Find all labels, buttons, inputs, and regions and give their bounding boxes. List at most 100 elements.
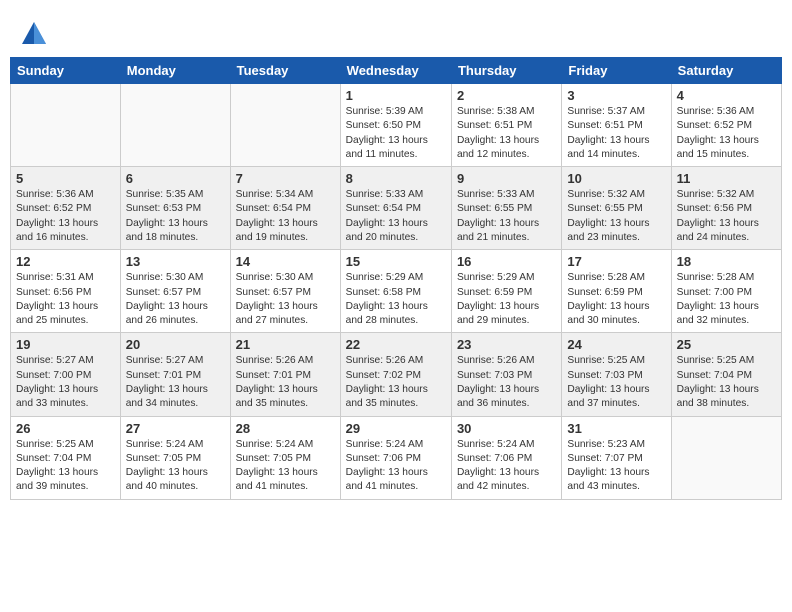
calendar-cell: 27 Sunrise: 5:24 AMSunset: 7:05 PMDayligh…: [120, 416, 230, 499]
day-info: Sunrise: 5:27 AMSunset: 7:00 PMDaylight:…: [16, 354, 115, 411]
day-number: 4: [677, 88, 776, 103]
day-info: Sunrise: 5:30 AMSunset: 6:57 PMDaylight:…: [236, 271, 335, 328]
day-number: 20: [126, 337, 225, 352]
calendar-cell: 8 Sunrise: 5:33 AMSunset: 6:54 PMDaylight…: [340, 167, 451, 250]
day-number: 16: [457, 254, 556, 269]
calendar-cell: 13Sunrise: 5:30 AMSunset: 6:57 PMDayligh…: [120, 250, 230, 333]
page: SundayMondayTuesdayWednesdayThursdayFrid…: [0, 0, 792, 510]
calendar-cell: 21 Sunrise: 5:26 AMSunset: 7:01 PMDayligh…: [230, 333, 340, 416]
day-number: 17: [567, 254, 665, 269]
day-number: 23: [457, 337, 556, 352]
day-number: 11: [677, 171, 776, 186]
day-info: Sunrise: 5:36 AMSunset: 6:52 PMDaylight:…: [16, 188, 115, 245]
day-info: Sunrise: 5:26 AMSunset: 7:01 PMDaylight:…: [236, 354, 335, 411]
calendar-header-row: SundayMondayTuesdayWednesdayThursdayFrid…: [11, 58, 782, 84]
calendar-cell: [11, 84, 121, 167]
day-number: 6: [126, 171, 225, 186]
day-info: Sunrise: 5:33 AMSunset: 6:54 PMDaylight:…: [346, 188, 446, 245]
calendar-cell: 31 Sunrise: 5:23 AMSunset: 7:07 PMDayligh…: [562, 416, 671, 499]
header: [10, 10, 782, 53]
calendar-cell: [230, 84, 340, 167]
day-number: 9: [457, 171, 556, 186]
calendar-cell: 15 Sunrise: 5:29 AMSunset: 6:58 PMDayligh…: [340, 250, 451, 333]
calendar-cell: 23 Sunrise: 5:26 AMSunset: 7:03 PMDayligh…: [451, 333, 561, 416]
calendar-cell: 19 Sunrise: 5:27 AMSunset: 7:00 PMDayligh…: [11, 333, 121, 416]
day-number: 14: [236, 254, 335, 269]
day-info: Sunrise: 5:34 AMSunset: 6:54 PMDaylight:…: [236, 188, 335, 245]
calendar-cell: 1Sunrise: 5:39 AMSunset: 6:50 PMDaylight…: [340, 84, 451, 167]
col-header-thursday: Thursday: [451, 58, 561, 84]
day-number: 28: [236, 421, 335, 436]
calendar-cell: 10 Sunrise: 5:32 AMSunset: 6:55 PMDayligh…: [562, 167, 671, 250]
day-number: 30: [457, 421, 556, 436]
calendar-cell: 14 Sunrise: 5:30 AMSunset: 6:57 PMDayligh…: [230, 250, 340, 333]
day-number: 10: [567, 171, 665, 186]
day-info: Sunrise: 5:24 AMSunset: 7:05 PMDaylight:…: [126, 438, 225, 495]
calendar-cell: 4 Sunrise: 5:36 AMSunset: 6:52 PMDaylight…: [671, 84, 781, 167]
day-info: Sunrise: 5:26 AMSunset: 7:02 PMDaylight:…: [346, 354, 446, 411]
calendar-cell: 3 Sunrise: 5:37 AMSunset: 6:51 PMDaylight…: [562, 84, 671, 167]
day-number: 21: [236, 337, 335, 352]
col-header-sunday: Sunday: [11, 58, 121, 84]
day-info: Sunrise: 5:28 AMSunset: 7:00 PMDaylight:…: [677, 271, 776, 328]
calendar-cell: 26 Sunrise: 5:25 AMSunset: 7:04 PMDayligh…: [11, 416, 121, 499]
day-info: Sunrise: 5:36 AMSunset: 6:52 PMDaylight:…: [677, 105, 776, 162]
calendar-cell: 11Sunrise: 5:32 AMSunset: 6:56 PMDayligh…: [671, 167, 781, 250]
calendar-cell: 24 Sunrise: 5:25 AMSunset: 7:03 PMDayligh…: [562, 333, 671, 416]
calendar-cell: 20 Sunrise: 5:27 AMSunset: 7:01 PMDayligh…: [120, 333, 230, 416]
day-info: Sunrise: 5:23 AMSunset: 7:07 PMDaylight:…: [567, 438, 665, 495]
day-number: 26: [16, 421, 115, 436]
day-info: Sunrise: 5:37 AMSunset: 6:51 PMDaylight:…: [567, 105, 665, 162]
day-number: 29: [346, 421, 446, 436]
calendar-cell: 22Sunrise: 5:26 AMSunset: 7:02 PMDayligh…: [340, 333, 451, 416]
day-info: Sunrise: 5:31 AMSunset: 6:56 PMDaylight:…: [16, 271, 115, 328]
calendar-row-2: 12 Sunrise: 5:31 AMSunset: 6:56 PMDayligh…: [11, 250, 782, 333]
day-info: Sunrise: 5:32 AMSunset: 6:55 PMDaylight:…: [567, 188, 665, 245]
day-number: 3: [567, 88, 665, 103]
col-header-friday: Friday: [562, 58, 671, 84]
day-number: 8: [346, 171, 446, 186]
day-info: Sunrise: 5:25 AMSunset: 7:04 PMDaylight:…: [677, 354, 776, 411]
calendar-cell: 9 Sunrise: 5:33 AMSunset: 6:55 PMDaylight…: [451, 167, 561, 250]
day-info: Sunrise: 5:38 AMSunset: 6:51 PMDaylight:…: [457, 105, 556, 162]
calendar-cell: 30 Sunrise: 5:24 AMSunset: 7:06 PMDayligh…: [451, 416, 561, 499]
day-info: Sunrise: 5:27 AMSunset: 7:01 PMDaylight:…: [126, 354, 225, 411]
day-info: Sunrise: 5:25 AMSunset: 7:03 PMDaylight:…: [567, 354, 665, 411]
day-number: 24: [567, 337, 665, 352]
calendar-cell: 5 Sunrise: 5:36 AMSunset: 6:52 PMDaylight…: [11, 167, 121, 250]
day-number: 31: [567, 421, 665, 436]
day-info: Sunrise: 5:29 AMSunset: 6:59 PMDaylight:…: [457, 271, 556, 328]
day-number: 19: [16, 337, 115, 352]
day-number: 27: [126, 421, 225, 436]
calendar-cell: 29Sunrise: 5:24 AMSunset: 7:06 PMDayligh…: [340, 416, 451, 499]
calendar-cell: 25 Sunrise: 5:25 AMSunset: 7:04 PMDayligh…: [671, 333, 781, 416]
calendar-cell: 7Sunrise: 5:34 AMSunset: 6:54 PMDaylight…: [230, 167, 340, 250]
day-info: Sunrise: 5:24 AMSunset: 7:06 PMDaylight:…: [457, 438, 556, 495]
day-info: Sunrise: 5:30 AMSunset: 6:57 PMDaylight:…: [126, 271, 225, 328]
calendar-cell: 18 Sunrise: 5:28 AMSunset: 7:00 PMDayligh…: [671, 250, 781, 333]
day-number: 15: [346, 254, 446, 269]
day-number: 1: [346, 88, 446, 103]
day-number: 5: [16, 171, 115, 186]
calendar-row-1: 5 Sunrise: 5:36 AMSunset: 6:52 PMDaylight…: [11, 167, 782, 250]
day-info: Sunrise: 5:28 AMSunset: 6:59 PMDaylight:…: [567, 271, 665, 328]
col-header-monday: Monday: [120, 58, 230, 84]
day-number: 12: [16, 254, 115, 269]
calendar-cell: [671, 416, 781, 499]
day-info: Sunrise: 5:26 AMSunset: 7:03 PMDaylight:…: [457, 354, 556, 411]
day-info: Sunrise: 5:29 AMSunset: 6:58 PMDaylight:…: [346, 271, 446, 328]
day-number: 18: [677, 254, 776, 269]
calendar-cell: 12 Sunrise: 5:31 AMSunset: 6:56 PMDayligh…: [11, 250, 121, 333]
day-info: Sunrise: 5:25 AMSunset: 7:04 PMDaylight:…: [16, 438, 115, 495]
logo: [20, 20, 52, 48]
calendar-cell: 6 Sunrise: 5:35 AMSunset: 6:53 PMDaylight…: [120, 167, 230, 250]
day-number: 25: [677, 337, 776, 352]
day-info: Sunrise: 5:33 AMSunset: 6:55 PMDaylight:…: [457, 188, 556, 245]
calendar-cell: 2Sunrise: 5:38 AMSunset: 6:51 PMDaylight…: [451, 84, 561, 167]
calendar-row-0: 1Sunrise: 5:39 AMSunset: 6:50 PMDaylight…: [11, 84, 782, 167]
col-header-saturday: Saturday: [671, 58, 781, 84]
col-header-wednesday: Wednesday: [340, 58, 451, 84]
day-info: Sunrise: 5:35 AMSunset: 6:53 PMDaylight:…: [126, 188, 225, 245]
calendar-table: SundayMondayTuesdayWednesdayThursdayFrid…: [10, 57, 782, 500]
logo-icon: [20, 20, 48, 48]
